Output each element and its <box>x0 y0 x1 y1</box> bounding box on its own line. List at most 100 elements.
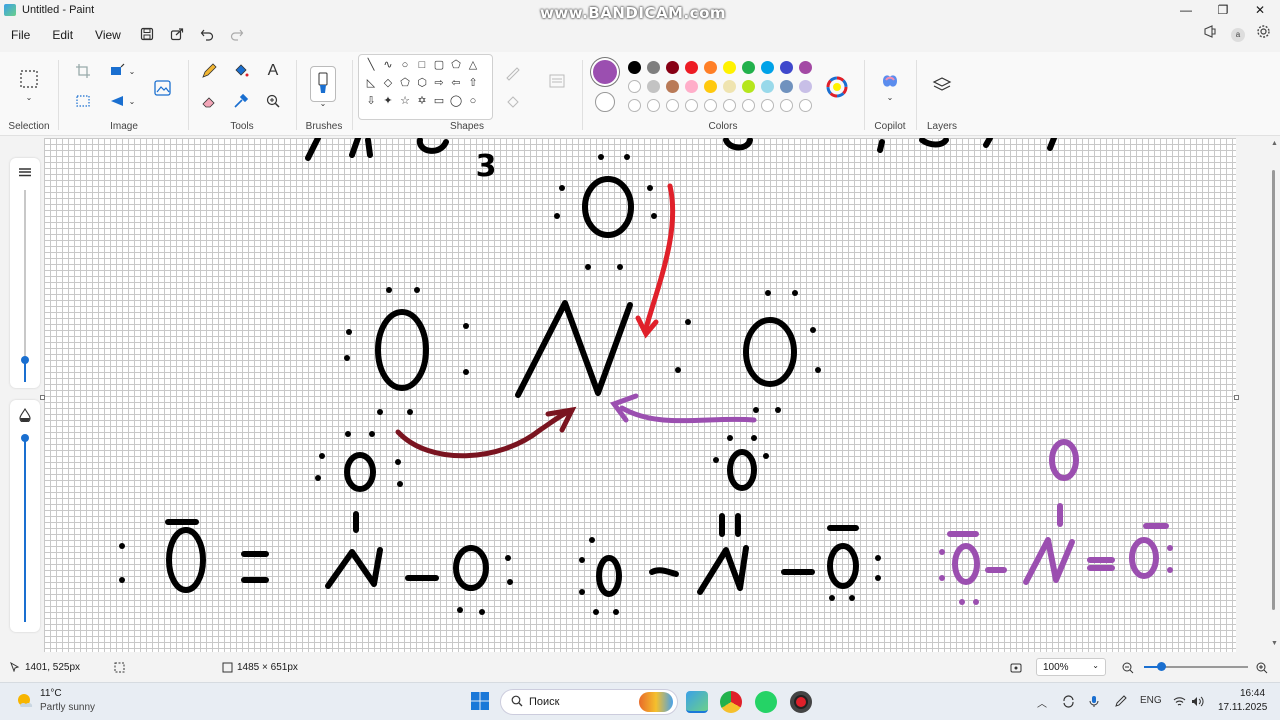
weather-sun-icon[interactable] <box>14 691 36 713</box>
triangle-shape-icon[interactable]: △ <box>465 57 481 73</box>
copilot-chevron-down-icon[interactable]: ⌄ <box>884 92 896 102</box>
copilot-icon[interactable] <box>879 70 901 92</box>
layers-icon[interactable] <box>931 74 953 96</box>
feedback-icon[interactable] <box>1203 24 1218 42</box>
down-arrow-shape-icon[interactable]: ⇩ <box>363 93 379 109</box>
taskbar-search-box[interactable]: Поиск <box>500 689 678 715</box>
up-arrow-shape-icon[interactable]: ⇧ <box>465 75 481 91</box>
six-point-star-shape-icon[interactable]: ✡ <box>414 93 430 109</box>
minimize-button[interactable]: — <box>1168 0 1204 20</box>
menu-edit[interactable]: Edit <box>41 28 84 42</box>
palette-swatch[interactable] <box>742 61 755 74</box>
oval-shape-icon[interactable]: ○ <box>397 57 413 73</box>
resize-icon[interactable] <box>106 60 128 82</box>
rounded-rectangle-shape-icon[interactable]: ▢ <box>431 57 447 73</box>
size-slider-track[interactable] <box>24 190 26 382</box>
undo-icon[interactable] <box>192 27 222 44</box>
rectangle-select-icon[interactable] <box>18 68 40 90</box>
palette-swatch[interactable] <box>799 80 812 93</box>
palette-swatch[interactable] <box>742 80 755 93</box>
magnifier-icon[interactable] <box>262 90 284 112</box>
scrollbar-thumb[interactable] <box>1272 170 1275 610</box>
scroll-down-arrow-icon[interactable]: ▼ <box>1271 640 1278 647</box>
menu-view[interactable]: View <box>84 28 132 42</box>
zoom-out-icon[interactable] <box>1122 662 1134 677</box>
palette-swatch[interactable] <box>647 80 660 93</box>
drawing-canvas[interactable]: 3 <box>44 138 1236 652</box>
share-icon[interactable] <box>162 27 192 44</box>
scroll-up-arrow-icon[interactable]: ▲ <box>1271 140 1278 147</box>
custom-color-slot[interactable] <box>685 99 698 112</box>
diamond-shape-icon[interactable]: ◇ <box>380 75 396 91</box>
palette-swatch[interactable] <box>704 61 717 74</box>
zoom-level-dropdown[interactable]: 100% ⌄ <box>1036 658 1106 676</box>
remove-background-icon[interactable] <box>72 90 94 112</box>
left-arrow-shape-icon[interactable]: ⇦ <box>448 75 464 91</box>
palette-swatch[interactable] <box>666 61 679 74</box>
palette-swatch[interactable] <box>666 80 679 93</box>
fill-bucket-icon[interactable] <box>230 60 252 82</box>
palette-swatch[interactable] <box>647 61 660 74</box>
profile-avatar[interactable]: a <box>1231 28 1245 42</box>
resize-chevron-down-icon[interactable]: ⌄ <box>126 60 138 82</box>
opacity-slider-handle[interactable] <box>21 434 29 442</box>
palette-swatch[interactable] <box>685 80 698 93</box>
custom-color-slot[interactable] <box>799 99 812 112</box>
save-icon[interactable] <box>132 27 162 44</box>
custom-color-slot[interactable] <box>666 99 679 112</box>
custom-color-slot[interactable] <box>780 99 793 112</box>
rotate-icon[interactable] <box>106 90 128 112</box>
shape-fill-icon[interactable] <box>502 92 524 114</box>
chrome-taskbar-icon[interactable] <box>720 691 742 713</box>
sync-icon[interactable] <box>1062 695 1075 711</box>
custom-color-slot[interactable] <box>704 99 717 112</box>
color-picker-icon[interactable] <box>230 90 252 112</box>
custom-color-slot[interactable] <box>761 99 774 112</box>
palette-swatch[interactable] <box>628 80 641 93</box>
zoom-slider-handle[interactable] <box>1157 662 1166 671</box>
redo-icon[interactable] <box>222 27 252 44</box>
palette-swatch[interactable] <box>780 61 793 74</box>
wifi-icon[interactable] <box>1173 695 1186 711</box>
text-tool-icon[interactable]: A <box>262 60 284 82</box>
custom-color-slot[interactable] <box>742 99 755 112</box>
secondary-color[interactable] <box>595 92 615 112</box>
size-slider-handle[interactable] <box>21 356 29 364</box>
eraser-icon[interactable] <box>198 90 220 112</box>
custom-color-slot[interactable] <box>723 99 736 112</box>
volume-icon[interactable] <box>1191 695 1204 711</box>
edit-colors-icon[interactable] <box>826 76 848 98</box>
shapes-gallery[interactable]: ╲ ∿ ○ □ ▢ ⬠ △ ◺ ◇ ⬠ ⬡ ⇨ ⇦ ⇧ ⇩ ✦ ☆ ✡ ▭ ◯ … <box>358 54 493 120</box>
palette-swatch[interactable] <box>799 61 812 74</box>
canvas-resize-handle-right[interactable] <box>1234 395 1239 400</box>
palette-swatch[interactable] <box>723 61 736 74</box>
pen-icon[interactable] <box>1114 695 1127 711</box>
bandicam-taskbar-icon[interactable] <box>790 691 812 713</box>
callout-rect-shape-icon[interactable]: ▭ <box>431 93 447 109</box>
callout-cloud-shape-icon[interactable]: ○ <box>465 93 481 109</box>
menu-file[interactable]: File <box>0 28 41 42</box>
settings-gear-icon[interactable] <box>1256 24 1271 42</box>
palette-swatch[interactable] <box>628 61 641 74</box>
zoom-in-icon[interactable] <box>1256 662 1268 677</box>
tray-chevron-up-icon[interactable]: ︿ <box>1037 695 1047 710</box>
hexagon-shape-icon[interactable]: ⬡ <box>414 75 430 91</box>
rotate-chevron-down-icon[interactable]: ⌄ <box>126 90 138 112</box>
clock-time[interactable]: 16:44 <box>1240 688 1265 699</box>
maximize-button[interactable]: ❐ <box>1205 0 1241 20</box>
start-windows-icon[interactable] <box>470 691 492 713</box>
custom-color-slot[interactable] <box>647 99 660 112</box>
palette-swatch[interactable] <box>761 80 774 93</box>
close-button[interactable]: ✕ <box>1242 0 1278 20</box>
curve-shape-icon[interactable]: ∿ <box>380 57 396 73</box>
callout-oval-shape-icon[interactable]: ◯ <box>448 93 464 109</box>
right-triangle-shape-icon[interactable]: ◺ <box>363 75 379 91</box>
pencil-icon[interactable] <box>198 60 220 82</box>
brush-icon[interactable] <box>310 66 336 102</box>
shape-size-icon[interactable] <box>546 70 568 92</box>
palette-swatch[interactable] <box>761 61 774 74</box>
clock-date[interactable]: 17.11.2025 <box>1218 702 1267 713</box>
input-language[interactable]: ENG <box>1140 695 1162 706</box>
paint-taskbar-icon[interactable] <box>686 691 708 713</box>
polygon-shape-icon[interactable]: ⬠ <box>448 57 464 73</box>
